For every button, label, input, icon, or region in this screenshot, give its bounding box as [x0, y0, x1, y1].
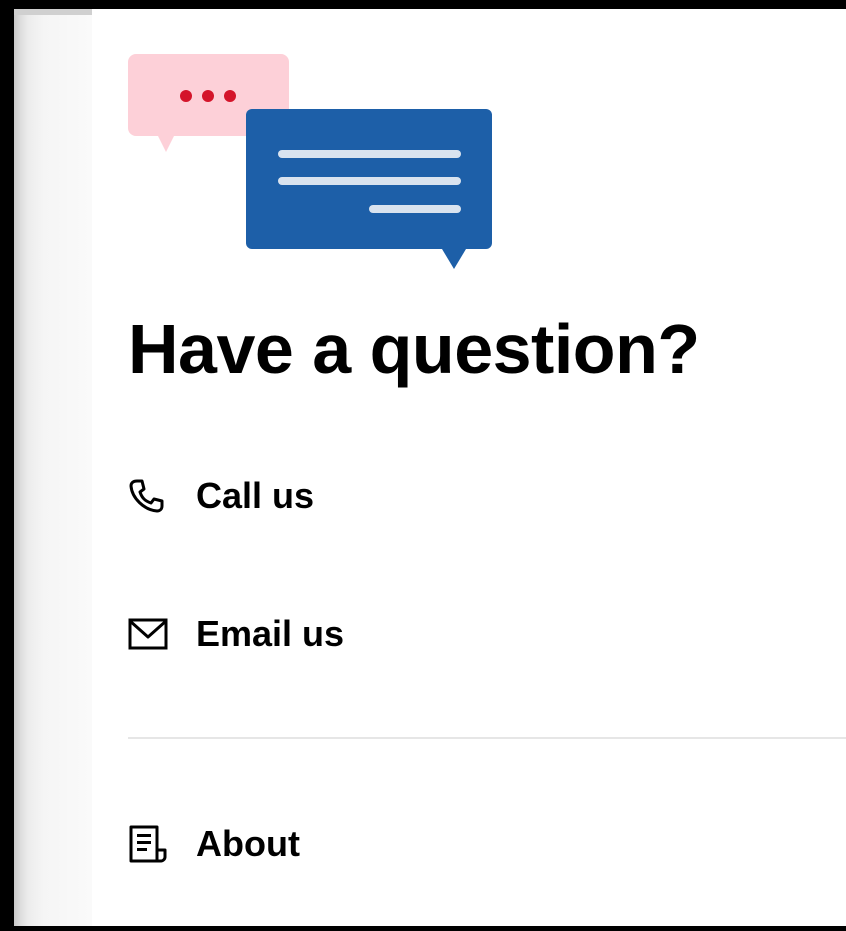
- background-page-edge: [14, 9, 92, 926]
- chat-bubbles-illustration: [128, 54, 492, 269]
- text-line: [278, 177, 461, 185]
- text-line: [278, 150, 461, 158]
- phone-icon: [128, 476, 168, 516]
- email-us-link[interactable]: Email us: [128, 609, 344, 659]
- document-icon: [128, 824, 168, 864]
- email-us-label: Email us: [196, 613, 345, 654]
- mail-icon: [128, 614, 168, 654]
- about-link[interactable]: About: [128, 819, 300, 869]
- section-divider: [128, 737, 846, 739]
- typing-dot: [180, 90, 192, 102]
- call-us-link[interactable]: Call us: [128, 471, 314, 521]
- typing-dot: [224, 90, 236, 102]
- blue-chat-bubble: [246, 109, 492, 269]
- app-window: Have a question? Call us Email us About: [14, 9, 846, 926]
- about-label: About: [196, 823, 300, 864]
- page-title: Have a question?: [128, 310, 700, 388]
- call-us-label: Call us: [196, 475, 315, 516]
- typing-dot: [202, 90, 214, 102]
- background-page-top-edge: [14, 9, 92, 15]
- text-line: [369, 205, 461, 213]
